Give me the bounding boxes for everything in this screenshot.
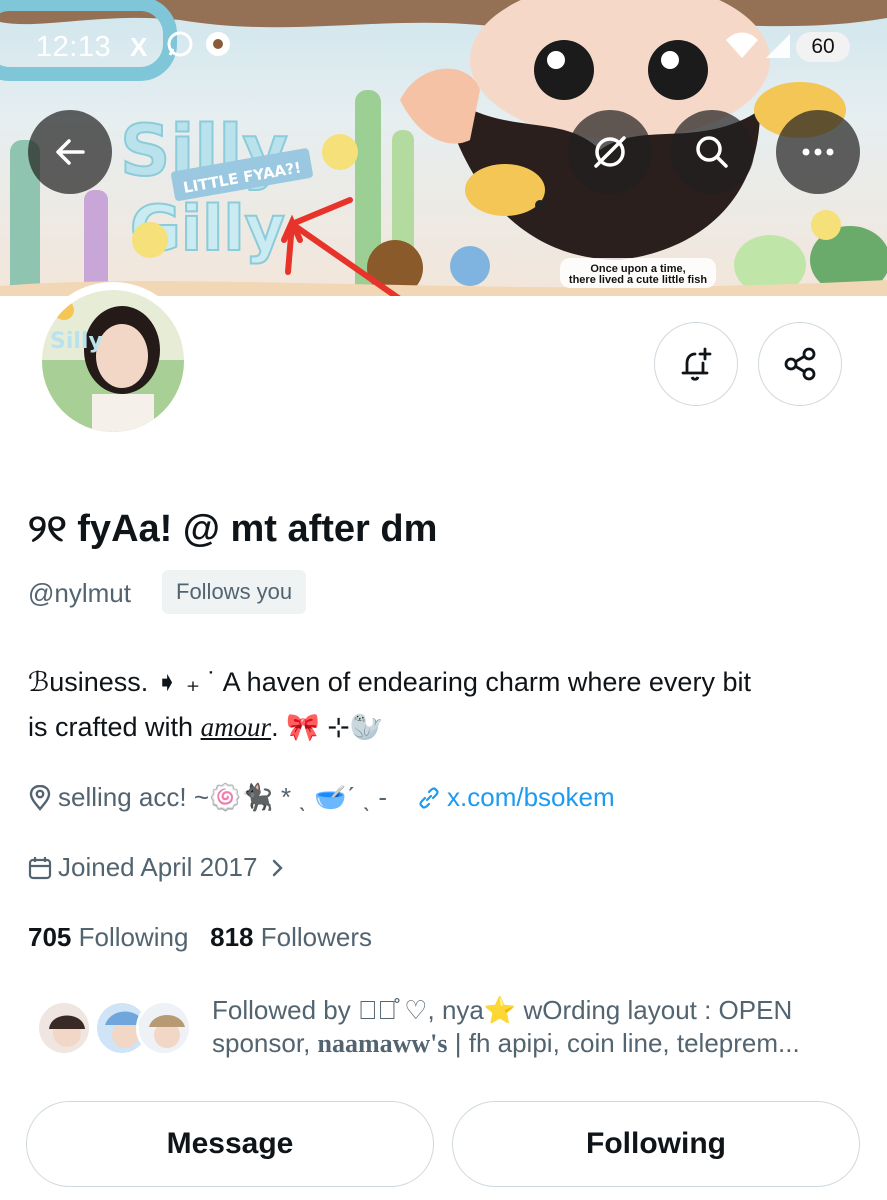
following-stat[interactable]: 705 Following bbox=[28, 922, 188, 952]
bio-line: is crafted with amour. 🎀 ⊹🦭 bbox=[28, 705, 858, 750]
profile-banner[interactable]: Silly Gilly LITTLE FYAA?! Once upon a ti… bbox=[0, 0, 887, 296]
followed-by-line: Followed by ᷼⌒̊ ♡, nya⭐ wOrding layout :… bbox=[212, 995, 793, 1025]
followed-by-text: Followed by ᷼⌒̊ ♡, nya⭐ wOrding layout :… bbox=[212, 994, 862, 1060]
follower-avatar bbox=[36, 1000, 92, 1056]
user-handle: @nylmut bbox=[28, 578, 131, 608]
message-button[interactable]: Message bbox=[26, 1101, 434, 1187]
more-button[interactable] bbox=[776, 110, 860, 194]
display-name: ୨୧ fyAa! @ mt after dm bbox=[28, 508, 438, 550]
joined-text: Joined April 2017 bbox=[58, 852, 258, 882]
status-time: 12:13 bbox=[36, 31, 112, 63]
location-icon bbox=[28, 784, 52, 811]
more-icon bbox=[802, 148, 834, 156]
banner-caption: Once upon a time, there lived a cute lit… bbox=[566, 264, 710, 286]
bio-line: ℬusiness. ➧ ₊ ˙ A haven of endearing cha… bbox=[28, 667, 751, 697]
bio-text: . 🎀 ⊹🦭 bbox=[271, 712, 384, 742]
app-icon bbox=[204, 30, 232, 66]
battery-indicator: 60 bbox=[796, 32, 850, 62]
followed-by[interactable]: Followed by ᷼⌒̊ ♡, nya⭐ wOrding layout :… bbox=[36, 994, 866, 1070]
notify-button[interactable] bbox=[654, 322, 738, 406]
follows-you-badge: Follows you bbox=[162, 570, 307, 614]
avatar-image: Silly bbox=[42, 290, 184, 432]
calendar-icon bbox=[28, 856, 52, 880]
following-label: Following bbox=[78, 922, 189, 952]
grok-button[interactable] bbox=[568, 110, 652, 194]
location-text: selling acc! ~🍥🐈‍⬛ * ˎ 🥣ˊ ˎ - bbox=[58, 782, 388, 812]
banner-caption-line: there lived a cute little fish bbox=[568, 274, 708, 286]
followed-by-line: sponsor, naamaww's | fh apipi, coin line… bbox=[212, 1027, 862, 1060]
wifi-icon bbox=[724, 30, 760, 68]
chevron-right-icon bbox=[271, 859, 284, 877]
search-button[interactable] bbox=[670, 110, 754, 194]
bell-plus-icon bbox=[681, 347, 712, 381]
followed-by-name: naamaww's bbox=[317, 1029, 448, 1058]
followers-count: 818 bbox=[210, 922, 254, 952]
follow-stats: 705 Following 818 Followers bbox=[28, 922, 372, 953]
slash-circle-icon bbox=[594, 136, 626, 168]
avatar[interactable]: Silly bbox=[34, 282, 192, 440]
following-button[interactable]: Following bbox=[452, 1101, 860, 1187]
followers-stat[interactable]: 818 Followers bbox=[210, 922, 372, 952]
svg-text:Silly: Silly bbox=[50, 329, 103, 354]
bio-emphasis: amour bbox=[200, 712, 272, 742]
bio: ℬusiness. ➧ ₊ ˙ A haven of endearing cha… bbox=[28, 660, 858, 750]
follower-avatar bbox=[136, 1000, 192, 1056]
location-row: selling acc! ~🍥🐈‍⬛ * ˎ 🥣ˊ ˎ - x.com/bsok… bbox=[28, 782, 615, 813]
followed-by-text: sponsor, bbox=[212, 1028, 318, 1058]
link-icon bbox=[417, 786, 441, 810]
followed-by-text: | fh apipi, coin line, teleprem... bbox=[447, 1028, 800, 1058]
followers-label: Followers bbox=[260, 922, 372, 952]
share-button[interactable] bbox=[758, 322, 842, 406]
arrow-left-icon bbox=[56, 139, 85, 165]
bio-text: is crafted with bbox=[28, 712, 201, 742]
search-icon bbox=[696, 136, 728, 168]
status-bar: 12:13 X 60 bbox=[0, 0, 887, 96]
share-icon bbox=[784, 347, 816, 381]
following-count: 705 bbox=[28, 922, 72, 952]
signal-icon bbox=[764, 30, 792, 68]
back-button[interactable] bbox=[28, 110, 112, 194]
x-icon: X bbox=[130, 32, 148, 62]
whatsapp-icon bbox=[166, 30, 194, 66]
joined-row[interactable]: Joined April 2017 bbox=[28, 852, 289, 883]
website-link[interactable]: x.com/bsokem bbox=[447, 782, 615, 813]
